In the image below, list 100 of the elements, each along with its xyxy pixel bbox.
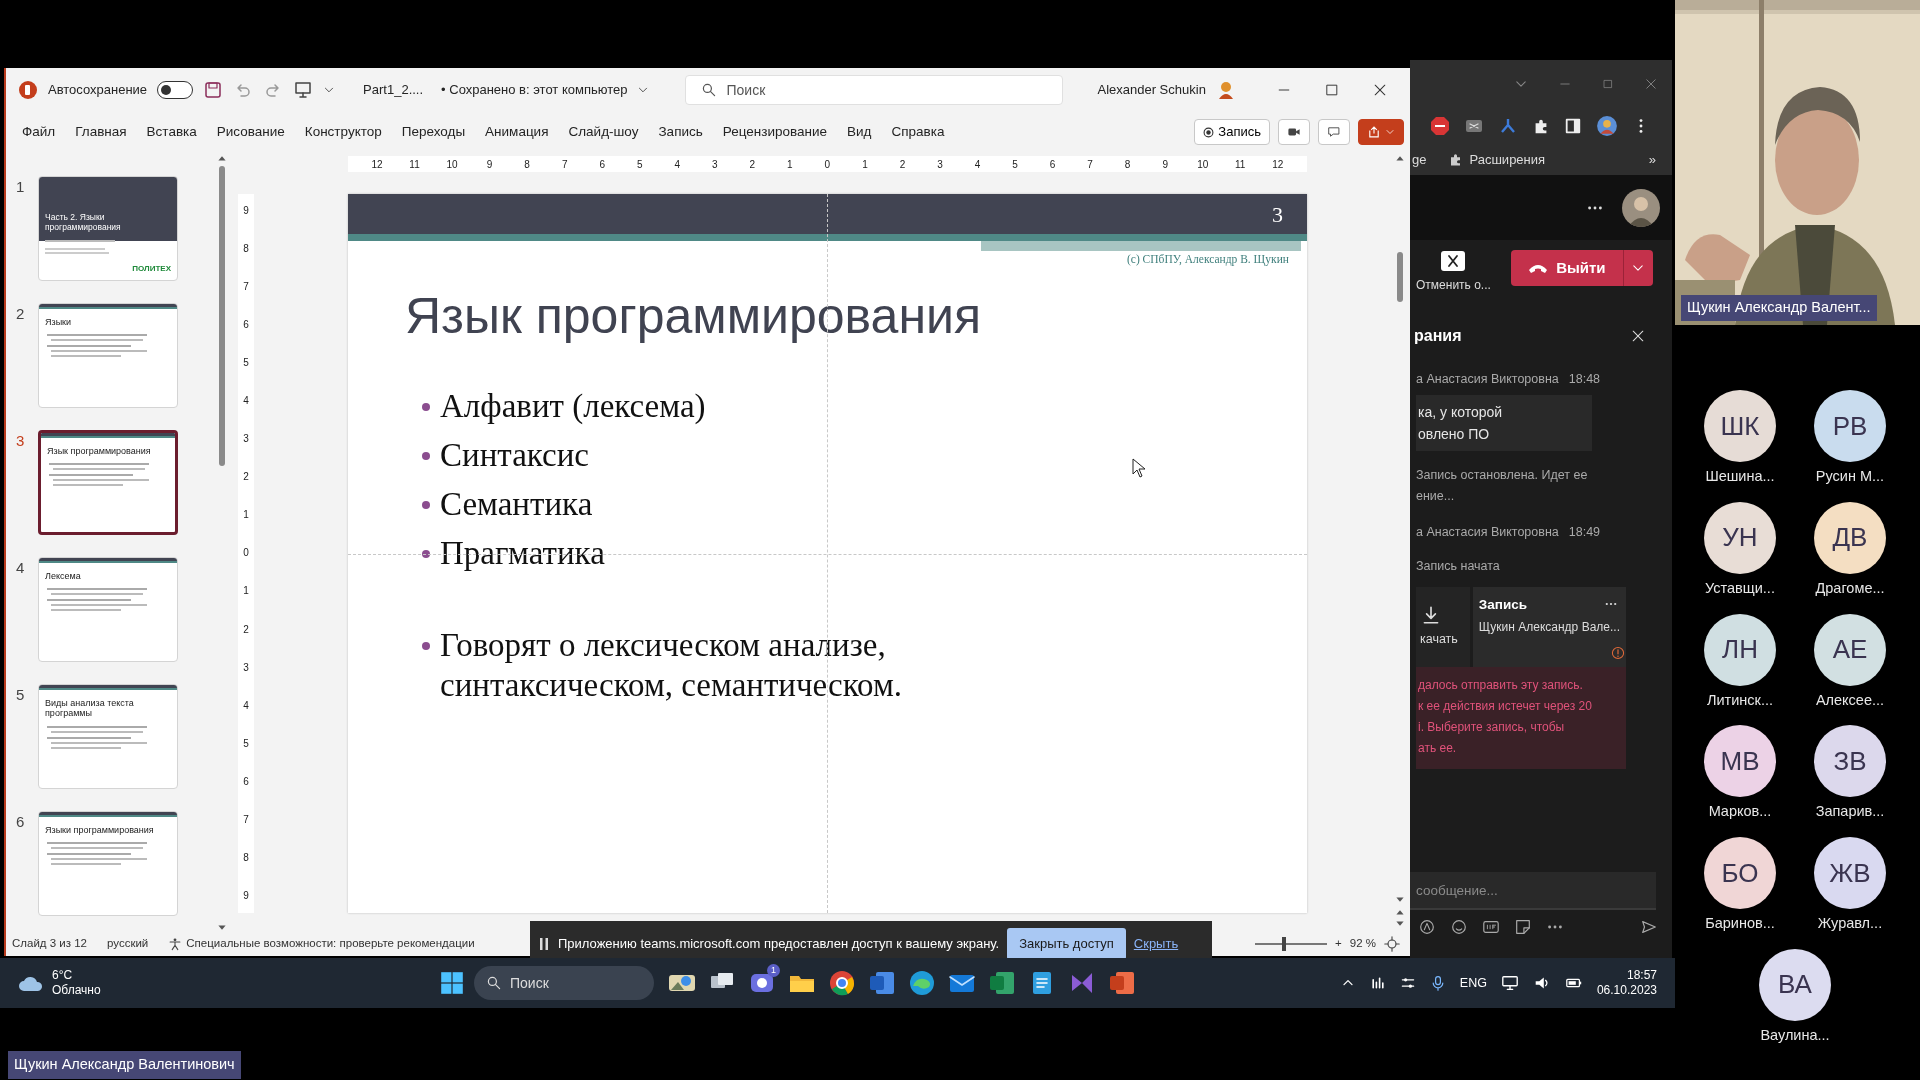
menu-tab[interactable]: Главная bbox=[65, 121, 137, 143]
menu-tab[interactable]: Запись bbox=[648, 121, 713, 143]
stop-sharing-button[interactable]: Закрыть доступ bbox=[1007, 928, 1126, 960]
share-icon bbox=[1367, 125, 1381, 139]
menu-tab[interactable]: Анимация bbox=[475, 121, 559, 143]
user-name[interactable]: Alexander Schukin bbox=[1097, 80, 1206, 100]
taskbar-search[interactable]: Поиск bbox=[474, 966, 654, 1000]
participant-avatar[interactable]: ВА bbox=[1759, 948, 1831, 1021]
zoom-in-button[interactable]: + bbox=[1335, 935, 1342, 953]
slide-thumbnail[interactable]: Языки bbox=[38, 303, 178, 408]
participant-avatar[interactable]: ШК bbox=[1704, 390, 1776, 462]
bookmark-link[interactable]: ge bbox=[1412, 149, 1427, 170]
accessibility-icon[interactable] bbox=[168, 937, 183, 951]
round-browser-icon[interactable] bbox=[828, 969, 856, 997]
zoom-slider-thumb[interactable] bbox=[1281, 937, 1286, 951]
thumbnail-title: Язык программирования bbox=[47, 446, 152, 457]
ruler-number: 12 bbox=[370, 157, 384, 172]
participant-avatar[interactable]: ЗВ bbox=[1814, 725, 1886, 798]
participant-name: Шешина... bbox=[1705, 467, 1775, 486]
participant-avatar[interactable]: РВ bbox=[1814, 390, 1886, 462]
slide-thumbnail[interactable]: Языки программирования bbox=[38, 811, 178, 916]
participant-avatar[interactable]: УН bbox=[1704, 501, 1776, 574]
extensions-bookmark[interactable]: Расширения bbox=[1469, 149, 1546, 170]
profile-avatar-icon[interactable] bbox=[1596, 115, 1618, 137]
participant-avatar[interactable]: БО bbox=[1704, 837, 1776, 909]
message-field[interactable]: сообщение... bbox=[1410, 872, 1656, 910]
sidebar-icon[interactable] bbox=[1564, 117, 1582, 135]
accessibility-status[interactable]: Специальные возможности: проверьте рекомендации bbox=[186, 935, 475, 953]
close-icon[interactable] bbox=[1440, 250, 1467, 272]
leave-button[interactable]: Выйти bbox=[1510, 250, 1623, 286]
warning-icon bbox=[1610, 644, 1626, 661]
autosave-toggle[interactable] bbox=[157, 81, 194, 99]
comments-button[interactable] bbox=[1318, 119, 1350, 145]
document-app-icon[interactable] bbox=[868, 969, 896, 997]
app-logo-icon bbox=[18, 80, 38, 100]
gif-icon[interactable] bbox=[1482, 918, 1500, 936]
menu-tab[interactable]: Рецензирование bbox=[712, 121, 837, 143]
menu-tab[interactable]: Переходы bbox=[391, 121, 476, 143]
participant-avatar[interactable]: ЖВ bbox=[1814, 837, 1886, 909]
participant-avatar[interactable]: ЛН bbox=[1704, 613, 1776, 686]
scrollbar-thumb[interactable] bbox=[219, 166, 225, 466]
slide-thumbnail[interactable]: Лексема bbox=[38, 557, 178, 662]
menu-tab[interactable]: Вид bbox=[837, 121, 882, 143]
participant-avatar[interactable]: МВ bbox=[1704, 725, 1776, 798]
hide-link[interactable]: Скрыть bbox=[1133, 934, 1179, 954]
sliders-icon[interactable] bbox=[1399, 975, 1416, 991]
menu-tab[interactable]: Вставка bbox=[136, 121, 207, 143]
menu-tab[interactable]: Справка bbox=[881, 121, 955, 143]
share-button[interactable] bbox=[1358, 119, 1404, 145]
input-language[interactable]: ENG bbox=[1459, 973, 1487, 993]
menu-tab[interactable]: Конструктор bbox=[294, 121, 392, 143]
file-name[interactable]: Part1_2.... bbox=[363, 80, 424, 100]
save-icon[interactable] bbox=[203, 80, 224, 100]
copyright-text: (c) СПбПУ, Александр В. Щукин bbox=[1125, 252, 1290, 268]
weather-condition[interactable]: Облачно bbox=[52, 983, 101, 998]
language-indicator[interactable]: русский bbox=[107, 935, 149, 953]
slide-thumbnail[interactable]: Виды анализа текста программы bbox=[38, 684, 178, 789]
cancel-label[interactable]: Отменить о... bbox=[1416, 276, 1491, 294]
sticker-icon[interactable] bbox=[1514, 918, 1532, 936]
temperature[interactable]: 6°C bbox=[52, 968, 101, 983]
menu-tab[interactable]: Слайд-шоу bbox=[558, 121, 649, 143]
clock[interactable]: 18:57 06.10.2023 bbox=[1596, 968, 1657, 998]
recording-card[interactable]: Запись Щукин Александр Вале... bbox=[1472, 586, 1626, 667]
participant-avatar[interactable]: АЕ bbox=[1814, 613, 1886, 686]
fit-to-window-icon[interactable] bbox=[1384, 936, 1400, 952]
slide-thumbnail[interactable]: Язык программирования bbox=[38, 430, 178, 535]
emoji-icon[interactable] bbox=[1450, 918, 1468, 936]
format-icon[interactable] bbox=[1418, 918, 1436, 936]
bullet-icon bbox=[422, 550, 430, 559]
bullet-text: Синтаксис bbox=[440, 436, 589, 476]
ad-block-icon[interactable] bbox=[1430, 116, 1450, 136]
participant-avatar[interactable]: ДВ bbox=[1814, 501, 1886, 574]
restore-icon[interactable] bbox=[1602, 78, 1614, 90]
ruler-number: 1 bbox=[861, 157, 869, 172]
send-icon[interactable] bbox=[1640, 918, 1658, 936]
record-button[interactable]: Запись bbox=[1194, 119, 1270, 145]
search-field[interactable]: Поиск bbox=[685, 75, 1064, 105]
spreadsheet-app-icon[interactable] bbox=[988, 969, 1016, 997]
thumbnail-title: Лексема bbox=[45, 571, 82, 582]
menu-tab[interactable]: Файл bbox=[12, 121, 66, 143]
network-icon[interactable] bbox=[1500, 974, 1519, 992]
slide-thumbnail[interactable]: Часть 2. Языки программирования ПОЛИТЕХ bbox=[38, 176, 178, 281]
camera-button[interactable] bbox=[1278, 119, 1310, 145]
bullet-text: Прагматика bbox=[440, 534, 605, 574]
chart-bars-icon[interactable] bbox=[1369, 975, 1386, 991]
ruler-number: 5 bbox=[635, 157, 644, 172]
download-button[interactable]: качать bbox=[1416, 586, 1470, 667]
menu-tab[interactable]: Рисование bbox=[206, 121, 295, 143]
presentation-app-icon[interactable] bbox=[1108, 969, 1136, 997]
scrollbar-thumb[interactable] bbox=[1397, 252, 1403, 302]
user-avatar[interactable] bbox=[1622, 188, 1660, 227]
wave-browser-icon[interactable] bbox=[908, 969, 936, 997]
more-bookmarks-button[interactable]: » bbox=[1648, 149, 1672, 170]
zoom-value[interactable]: 92 % bbox=[1349, 935, 1376, 953]
save-status[interactable]: • Сохранено в: этот компьютер bbox=[441, 80, 628, 100]
close-icon[interactable] bbox=[1630, 328, 1646, 344]
presentation-icon[interactable] bbox=[293, 80, 314, 100]
start-icon[interactable] bbox=[440, 971, 464, 995]
bullet-text: Алфавит (лексема) bbox=[440, 387, 706, 427]
recording-title: Запись bbox=[1478, 595, 1528, 614]
